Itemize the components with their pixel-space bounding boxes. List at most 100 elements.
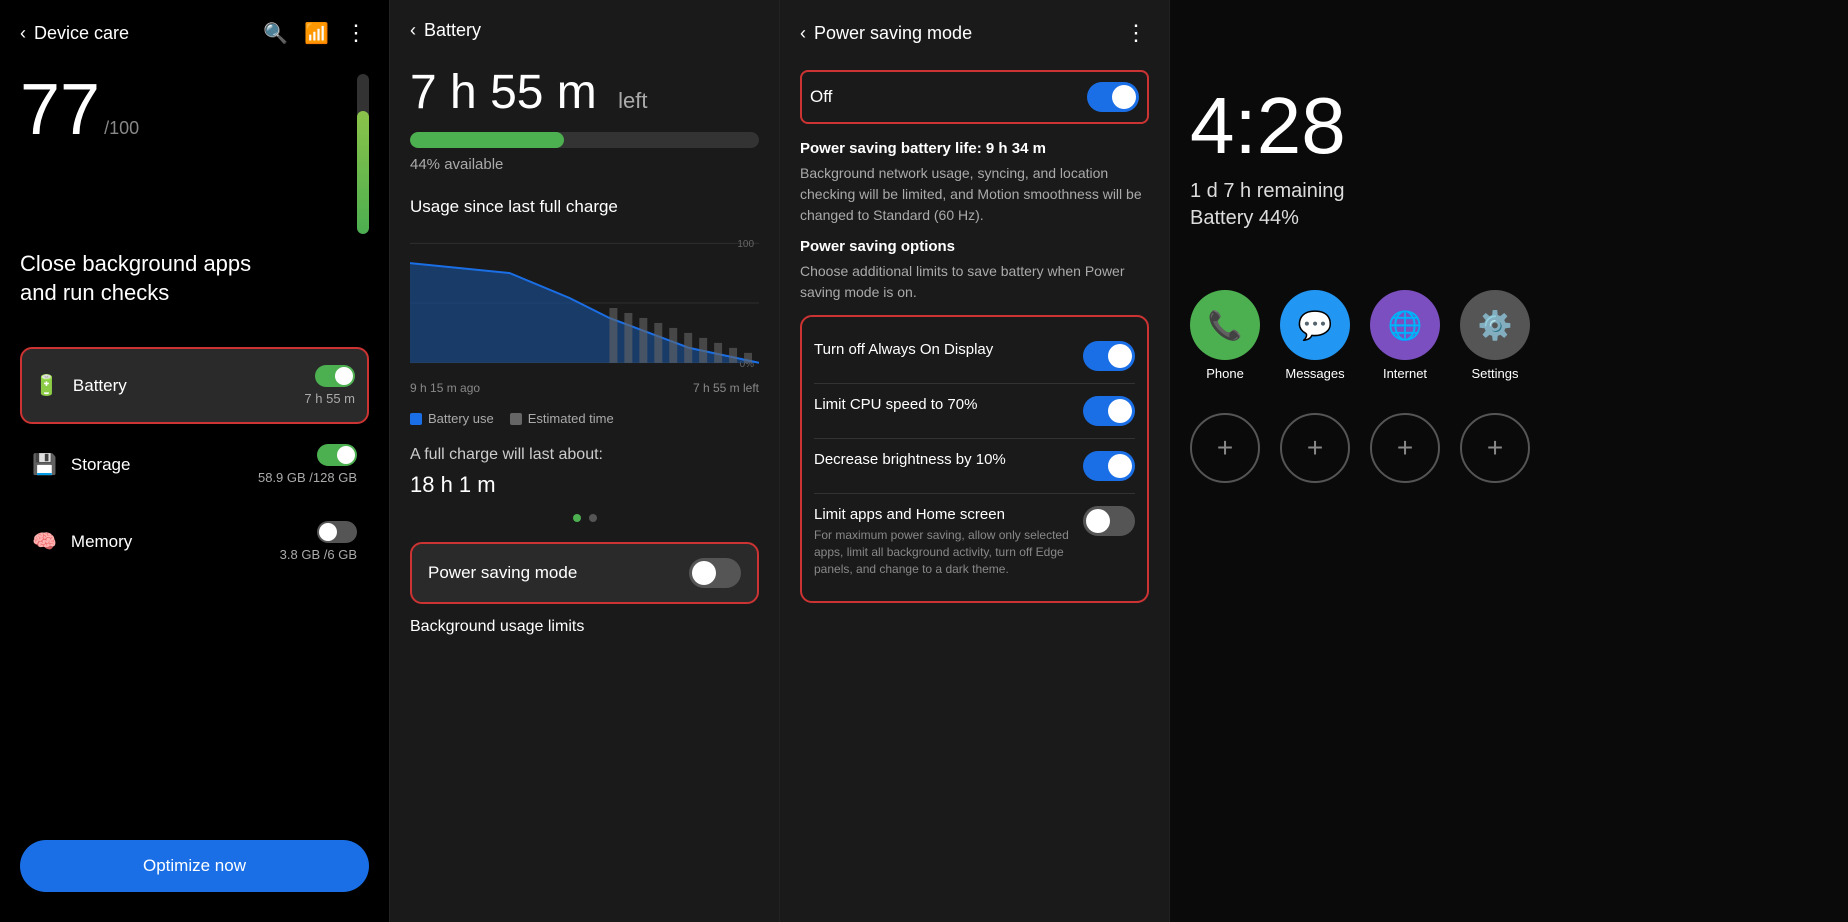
- power-saving-main-toggle[interactable]: [1087, 82, 1139, 112]
- svg-text:100: 100: [737, 239, 754, 250]
- memory-care-item[interactable]: 🧠 Memory 3.8 GB /6 GB: [20, 505, 369, 578]
- page-dot-2: [589, 514, 597, 522]
- battery-icon: 🔋: [34, 373, 59, 398]
- lock-screen-battery: Battery 44%: [1190, 207, 1828, 230]
- power-saving-main-toggle-row[interactable]: Off: [800, 70, 1149, 124]
- page-dot-1: [573, 514, 581, 522]
- brightness-row[interactable]: Decrease brightness by 10%: [814, 439, 1135, 494]
- device-care-header: ‹ Device care 🔍 📶 ⋮: [20, 20, 369, 46]
- more-menu-icon[interactable]: ⋮: [345, 20, 369, 46]
- score-max: /100: [104, 118, 139, 139]
- score-section: 77 /100: [20, 70, 369, 234]
- storage-icon: 💾: [32, 452, 57, 477]
- legend-estimated-dot: [510, 413, 522, 425]
- always-on-display-toggle-thumb: [1108, 344, 1132, 368]
- battery-header: ‹ Battery: [410, 20, 759, 41]
- storage-right: 58.9 GB /128 GB: [258, 444, 357, 485]
- power-saving-header: ‹ Power saving mode ⋮: [800, 20, 1149, 46]
- storage-toggle-thumb: [337, 446, 355, 464]
- chart-legend: Battery use Estimated time: [410, 411, 759, 426]
- battery-bar-fill: [410, 132, 564, 148]
- legend-battery-use: Battery use: [410, 411, 494, 426]
- battery-toggle-thumb: [335, 367, 353, 385]
- search-icon[interactable]: 🔍: [263, 21, 288, 46]
- add-button-2[interactable]: +: [1280, 413, 1350, 483]
- legend-battery-label: Battery use: [428, 411, 494, 426]
- back-button[interactable]: ‹: [20, 23, 26, 44]
- power-saving-mode-row[interactable]: Power saving mode: [410, 542, 759, 604]
- limit-cpu-toggle-thumb: [1108, 399, 1132, 423]
- power-saving-off-label: Off: [810, 87, 832, 107]
- limit-cpu-row[interactable]: Limit CPU speed to 70%: [814, 384, 1135, 439]
- app-internet[interactable]: 🌐 Internet: [1370, 290, 1440, 381]
- battery-header-left: ‹ Battery: [410, 20, 481, 41]
- battery-right: 7 h 55 m: [304, 365, 355, 406]
- memory-right: 3.8 GB /6 GB: [280, 521, 357, 562]
- add-button-1[interactable]: +: [1190, 413, 1260, 483]
- memory-label: Memory: [71, 532, 280, 552]
- power-saving-label: Power saving mode: [428, 563, 577, 583]
- power-saving-more-icon[interactable]: ⋮: [1125, 20, 1149, 46]
- internet-app-label: Internet: [1383, 366, 1427, 381]
- usage-section-title: Usage since last full charge: [410, 197, 759, 217]
- add-button-3[interactable]: +: [1370, 413, 1440, 483]
- header-icons: 🔍 📶 ⋮: [263, 20, 369, 46]
- power-saving-page-title: Power saving mode: [814, 23, 972, 44]
- legend-estimated: Estimated time: [510, 411, 614, 426]
- always-on-display-toggle[interactable]: [1083, 341, 1135, 371]
- memory-toggle[interactable]: [317, 521, 357, 543]
- storage-toggle[interactable]: [317, 444, 357, 466]
- score-bar-fill: [357, 111, 369, 234]
- battery-back-button[interactable]: ‹: [410, 20, 416, 41]
- app-phone[interactable]: 📞 Phone: [1190, 290, 1260, 381]
- full-charge-label: A full charge will last about:: [410, 446, 759, 464]
- battery-label: Battery: [73, 376, 305, 396]
- memory-value: 3.8 GB /6 GB: [280, 547, 357, 562]
- storage-value: 58.9 GB /128 GB: [258, 470, 357, 485]
- optimize-button[interactable]: Optimize now: [20, 840, 369, 892]
- battery-page-title: Battery: [424, 20, 481, 41]
- battery-time-left: 7 h 55 m left: [410, 65, 759, 120]
- battery-toggle[interactable]: [315, 365, 355, 387]
- app-settings[interactable]: ⚙️ Settings: [1460, 290, 1530, 381]
- score-display: 77 /100: [20, 70, 139, 146]
- score-bar-container: [357, 74, 369, 234]
- power-saving-options-intro: Choose additional limits to save battery…: [800, 261, 1149, 303]
- limit-apps-row[interactable]: Limit apps and Home screen For maximum p…: [814, 494, 1135, 589]
- chart-label-left: 9 h 15 m ago: [410, 381, 480, 395]
- power-saving-toggle-thumb: [692, 561, 716, 585]
- page-title: Device care: [34, 23, 129, 44]
- brightness-toggle[interactable]: [1083, 451, 1135, 481]
- lock-screen-time: 4:28: [1190, 80, 1828, 172]
- app-messages[interactable]: 💬 Messages: [1280, 290, 1350, 381]
- limit-apps-toggle[interactable]: [1083, 506, 1135, 536]
- time-left-label: left: [618, 88, 647, 113]
- phone-app-label: Phone: [1206, 366, 1244, 381]
- battery-bar: [410, 132, 759, 148]
- header-left: ‹ Device care: [20, 23, 129, 44]
- device-care-panel: ‹ Device care 🔍 📶 ⋮ 77 /100 Close backgr…: [0, 0, 390, 922]
- power-options-section: Turn off Always On Display Limit CPU spe…: [800, 315, 1149, 603]
- brightness-label: Decrease brightness by 10%: [814, 451, 1018, 468]
- power-saving-battery-life: Power saving battery life: 9 h 34 m: [800, 140, 1149, 157]
- limit-cpu-toggle[interactable]: [1083, 396, 1135, 426]
- always-on-display-row[interactable]: Turn off Always On Display: [814, 329, 1135, 384]
- limit-apps-sublabel: For maximum power saving, allow only sel…: [814, 527, 1083, 577]
- power-saving-description: Background network usage, syncing, and l…: [800, 163, 1149, 226]
- battery-care-item[interactable]: 🔋 Battery 7 h 55 m: [20, 347, 369, 424]
- brightness-label-container: Decrease brightness by 10%: [814, 451, 1018, 468]
- power-saving-toggle[interactable]: [689, 558, 741, 588]
- internet-app-icon: 🌐: [1370, 290, 1440, 360]
- lock-screen-panel: 4:28 1 d 7 h remaining Battery 44% 📞 Pho…: [1170, 0, 1848, 922]
- add-button-4[interactable]: +: [1460, 413, 1530, 483]
- chart-labels: 9 h 15 m ago 7 h 55 m left: [410, 381, 759, 395]
- messages-app-label: Messages: [1285, 366, 1344, 381]
- limit-apps-label: Limit apps and Home screen: [814, 506, 1083, 523]
- power-saving-back-button[interactable]: ‹: [800, 23, 806, 44]
- score-description: Close background appsand run checks: [20, 250, 369, 307]
- power-saving-options-heading: Power saving options: [800, 238, 1149, 255]
- memory-toggle-thumb: [319, 523, 337, 541]
- signal-icon: 📶: [304, 21, 329, 46]
- battery-available: 44% available: [410, 156, 759, 173]
- storage-care-item[interactable]: 💾 Storage 58.9 GB /128 GB: [20, 428, 369, 501]
